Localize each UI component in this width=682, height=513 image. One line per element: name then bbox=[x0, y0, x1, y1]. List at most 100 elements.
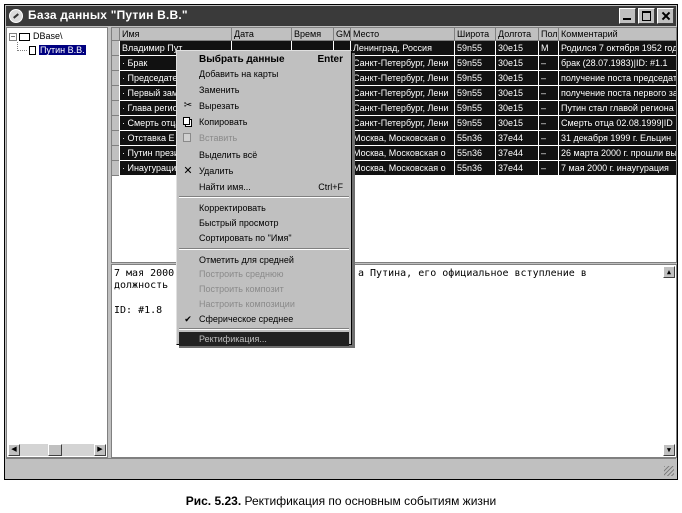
table-cell[interactable]: 30e15 bbox=[496, 71, 539, 86]
menu-item-configure-compositions[interactable]: Настроить композиции bbox=[179, 297, 349, 311]
column-header[interactable]: Время bbox=[292, 28, 334, 41]
table-cell[interactable]: Москва, Московская о bbox=[351, 131, 455, 146]
menu-item-cut[interactable]: Вырезать bbox=[179, 99, 349, 113]
tree-node-putin[interactable]: Путин В.В. bbox=[29, 44, 86, 56]
table-cell[interactable]: Москва, Московская о bbox=[351, 146, 455, 161]
menu-item-copy[interactable]: Копировать bbox=[179, 115, 349, 129]
database-tree[interactable]: − DBase\ Путин В.В. ◀ ▶ bbox=[6, 27, 108, 458]
table-cell[interactable]: 31 декабря 1999 г. Ельцин bbox=[559, 131, 676, 146]
menu-item-paste[interactable]: Вставить bbox=[179, 131, 349, 145]
context-menu: Выбрать данные Enter Добавить на карты За… bbox=[176, 50, 352, 346]
table-cell[interactable]: 7 мая 2000 г. инаугурация bbox=[559, 161, 676, 176]
app-icon[interactable] bbox=[9, 9, 23, 23]
scroll-down-icon[interactable]: ▼ bbox=[663, 444, 675, 456]
table-cell[interactable]: Путин стал главой региона bbox=[559, 101, 676, 116]
row-indicator[interactable] bbox=[112, 86, 119, 101]
scroll-thumb[interactable] bbox=[48, 444, 62, 456]
menu-item-build-composite[interactable]: Построить композит bbox=[179, 282, 349, 296]
menu-item-find-name[interactable]: Найти имя... Ctrl+F bbox=[179, 180, 349, 194]
table-cell[interactable]: получение поста первого зам bbox=[559, 86, 676, 101]
table-cell[interactable]: Москва, Московская о bbox=[351, 161, 455, 176]
table-cell[interactable]: М bbox=[539, 41, 559, 56]
menu-item-add-to-charts[interactable]: Добавить на карты bbox=[179, 67, 349, 81]
menu-item-correct[interactable]: Корректировать bbox=[179, 201, 349, 215]
table-cell[interactable]: 30e15 bbox=[496, 56, 539, 71]
tree-horizontal-scrollbar[interactable]: ◀ ▶ bbox=[8, 444, 106, 456]
menu-item-build-mean[interactable]: Построить среднюю bbox=[179, 267, 349, 281]
close-button[interactable] bbox=[657, 8, 674, 24]
column-header[interactable]: Долгота bbox=[496, 28, 539, 41]
table-cell[interactable]: 37e44 bbox=[496, 146, 539, 161]
table-cell[interactable]: 30e15 bbox=[496, 86, 539, 101]
table-cell[interactable]: – bbox=[539, 116, 559, 131]
column-header[interactable]: Дата bbox=[232, 28, 292, 41]
table-cell[interactable]: – bbox=[539, 86, 559, 101]
column-header[interactable]: Место bbox=[351, 28, 455, 41]
table-cell[interactable]: Санкт-Петербург, Лени bbox=[351, 86, 455, 101]
column-header[interactable]: Комментарий bbox=[559, 28, 676, 41]
row-indicator[interactable] bbox=[112, 116, 119, 131]
table-cell[interactable]: 59n55 bbox=[455, 71, 496, 86]
menu-item-sort-by-name[interactable]: Сортировать по "Имя" bbox=[179, 231, 349, 245]
row-indicator[interactable] bbox=[112, 101, 119, 116]
menu-item-select-all[interactable]: Выделить всё bbox=[179, 148, 349, 162]
minimize-button[interactable] bbox=[619, 8, 636, 24]
tree-node-root[interactable]: − DBase\ bbox=[9, 30, 63, 42]
memo-vertical-scrollbar[interactable]: ▲ ▼ bbox=[663, 266, 675, 456]
table-cell[interactable]: Ленинград, Россия bbox=[351, 41, 455, 56]
table-cell[interactable]: 30e15 bbox=[496, 41, 539, 56]
table-cell[interactable]: Санкт-Петербург, Лени bbox=[351, 101, 455, 116]
menu-item-replace[interactable]: Заменить bbox=[179, 83, 349, 97]
row-indicator[interactable] bbox=[112, 161, 119, 176]
table-cell[interactable]: 55n36 bbox=[455, 131, 496, 146]
table-cell[interactable]: Санкт-Петербург, Лени bbox=[351, 56, 455, 71]
menu-item-select-data[interactable]: Выбрать данные Enter bbox=[179, 53, 349, 67]
scroll-left-icon[interactable]: ◀ bbox=[8, 444, 20, 456]
table-cell[interactable]: Санкт-Петербург, Лени bbox=[351, 116, 455, 131]
table-cell[interactable]: 55n36 bbox=[455, 146, 496, 161]
maximize-button[interactable] bbox=[638, 8, 655, 24]
scroll-up-icon[interactable]: ▲ bbox=[663, 266, 675, 278]
column-header[interactable]: GM bbox=[334, 28, 351, 41]
title-bar[interactable]: База данных "Путин В.В." bbox=[6, 6, 676, 26]
table-cell[interactable]: – bbox=[539, 101, 559, 116]
table-cell[interactable]: 26 марта 2000 г. прошли вы bbox=[559, 146, 676, 161]
table-cell[interactable]: – bbox=[539, 131, 559, 146]
row-indicator[interactable] bbox=[112, 41, 119, 56]
menu-item-quick-view[interactable]: Быстрый просмотр bbox=[179, 216, 349, 230]
tree-root-label: DBase\ bbox=[33, 31, 63, 41]
column-header[interactable]: Широта bbox=[455, 28, 496, 41]
column-header[interactable]: Пол bbox=[539, 28, 559, 41]
table-cell[interactable]: – bbox=[539, 161, 559, 176]
table-cell[interactable]: – bbox=[539, 71, 559, 86]
table-cell[interactable]: Смерть отца 02.08.1999|ID bbox=[559, 116, 676, 131]
menu-item-rectification[interactable]: Ректификация... bbox=[179, 332, 349, 346]
table-cell[interactable]: получение поста председател bbox=[559, 71, 676, 86]
table-cell[interactable]: 55n36 bbox=[455, 161, 496, 176]
menu-item-spherical-mean[interactable]: Сферическое среднее bbox=[179, 312, 349, 326]
table-cell[interactable]: 37e44 bbox=[496, 131, 539, 146]
table-cell[interactable]: Санкт-Петербург, Лени bbox=[351, 71, 455, 86]
menu-item-mark-for-mean[interactable]: Отметить для средней bbox=[179, 253, 349, 267]
table-cell[interactable]: 59n55 bbox=[455, 86, 496, 101]
table-cell[interactable]: Родился 7 октября 1952 года bbox=[559, 41, 676, 56]
table-cell[interactable]: 59n55 bbox=[455, 101, 496, 116]
table-cell[interactable]: 59n55 bbox=[455, 116, 496, 131]
table-cell[interactable]: – bbox=[539, 56, 559, 71]
table-cell[interactable]: 30e15 bbox=[496, 116, 539, 131]
row-indicator[interactable] bbox=[112, 146, 119, 161]
collapse-icon[interactable]: − bbox=[9, 32, 17, 41]
resize-grip-icon[interactable] bbox=[664, 466, 674, 476]
table-cell[interactable]: брак (28.07.1983)|ID: #1.1 bbox=[559, 56, 676, 71]
menu-item-delete[interactable]: Удалить bbox=[179, 164, 349, 178]
table-cell[interactable]: – bbox=[539, 146, 559, 161]
scroll-right-icon[interactable]: ▶ bbox=[94, 444, 106, 456]
row-indicator[interactable] bbox=[112, 71, 119, 86]
table-cell[interactable]: 59n55 bbox=[455, 56, 496, 71]
table-cell[interactable]: 37e44 bbox=[496, 161, 539, 176]
table-cell[interactable]: 59n55 bbox=[455, 41, 496, 56]
row-indicator[interactable] bbox=[112, 56, 119, 71]
column-header[interactable]: Имя bbox=[120, 28, 232, 41]
row-indicator[interactable] bbox=[112, 131, 119, 146]
table-cell[interactable]: 30e15 bbox=[496, 101, 539, 116]
